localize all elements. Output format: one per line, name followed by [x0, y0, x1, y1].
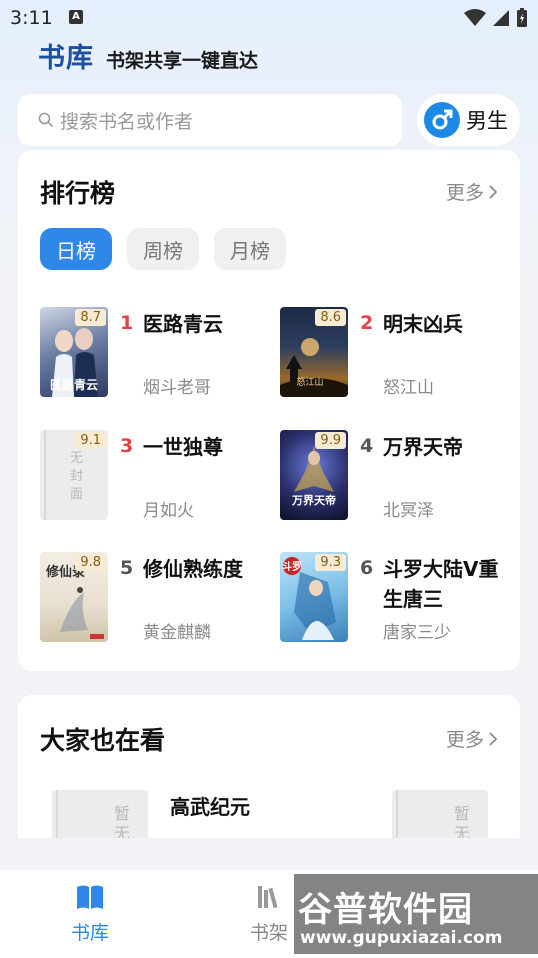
book-cover-placeholder[interactable]: 暂无 [52, 790, 148, 838]
rank-number: 2 [360, 312, 374, 334]
male-icon [424, 102, 460, 138]
book-open-icon [77, 885, 103, 909]
tab-daily[interactable]: 日榜 [40, 228, 112, 270]
score-badge: 9.8 [75, 554, 106, 571]
signal-icon [493, 10, 509, 26]
book-title[interactable]: 高武纪元 [170, 791, 250, 820]
also-watching-card: 大家也在看 更多 暂无 高武纪元 暂无 [18, 695, 520, 838]
chevron-right-icon [489, 731, 498, 746]
book-author: 唐家三少 [383, 623, 451, 643]
also-watching-more-label: 更多 [445, 729, 484, 751]
ranking-more-link[interactable]: 更多 [446, 178, 498, 205]
book-cover: 修仙录 9.8 [40, 552, 108, 642]
book-item[interactable]: 万界天帝 9.9 4 万界天帝 北冥泽 [280, 430, 510, 521]
status-time: 3:11 [10, 7, 53, 29]
cover-text: 暂无 [114, 804, 131, 838]
search-input[interactable]: 搜索书名或作者 [18, 94, 402, 146]
book-cover: 医路青云 8.7 [40, 307, 108, 397]
page-title: 书库 [38, 43, 94, 74]
score-badge: 9.3 [315, 554, 346, 571]
book-item[interactable]: 修仙录 9.8 5 修仙熟练度 黄金麒麟 [40, 552, 270, 643]
ranking-title: 排行榜 [40, 179, 116, 208]
wifi-icon [464, 9, 486, 26]
book-author: 烟斗老哥 [143, 378, 211, 398]
book-author: 北冥泽 [383, 501, 434, 521]
ranking-more-label: 更多 [445, 182, 484, 204]
book-item[interactable]: 医路青云 8.7 1 医路青云 烟斗老哥 [40, 307, 270, 398]
notification-icon: A [69, 10, 83, 24]
book-cover: 怒江山 8.6 [280, 307, 348, 397]
ranking-card: 排行榜 更多 日榜 周榜 月榜 医路青云 8.7 1 医路青云 烟斗老哥 怒江山… [18, 150, 520, 671]
bookshelf-icon [258, 886, 278, 909]
score-badge: 8.7 [75, 309, 106, 326]
cover-spine [56, 790, 58, 838]
also-watching-title: 大家也在看 [40, 726, 166, 755]
gender-toggle-button[interactable]: 男生 [417, 94, 520, 146]
tab-weekly[interactable]: 周榜 [127, 228, 199, 270]
cover-text: 医路青云 [50, 377, 98, 392]
rank-number: 5 [120, 557, 134, 579]
book-item[interactable]: 斗罗 9.3 6 斗罗大陆V重生唐三 唐家三少 [280, 552, 510, 643]
status-bar: 3:11 A [0, 0, 538, 36]
watermark-brand: 谷普软件园 [298, 890, 473, 930]
score-badge: 9.9 [315, 432, 346, 449]
book-cover: 斗罗 9.3 [280, 552, 348, 642]
book-title: 明末凶兵 [383, 312, 463, 336]
also-watching-more-link[interactable]: 更多 [446, 725, 498, 752]
book-cover-placeholder: 无封面 9.1 [40, 430, 108, 520]
book-item[interactable]: 无封面 9.1 3 一世独尊 月如火 [40, 430, 270, 521]
search-placeholder: 搜索书名或作者 [60, 110, 194, 133]
score-badge: 8.6 [315, 309, 346, 326]
rank-number: 6 [360, 557, 374, 579]
book-author: 黄金麒麟 [143, 623, 211, 643]
chevron-right-icon [489, 184, 498, 199]
book-cover-placeholder[interactable]: 暂无 [392, 790, 488, 838]
watermark-logo: 谷普软件园 www.gupuxiazai.com [294, 874, 538, 954]
cover-text: 万界天帝 [291, 493, 336, 507]
cover-text: 斗罗 [282, 561, 302, 573]
rank-number: 1 [120, 312, 134, 334]
book-author: 怒江山 [383, 378, 434, 398]
cover-text: 暂无 [454, 804, 471, 838]
book-title: 斗罗大陆V重生唐三 [383, 557, 499, 611]
book-title: 一世独尊 [143, 435, 223, 459]
score-badge: 9.1 [75, 432, 106, 449]
book-title: 万界天帝 [383, 435, 463, 459]
cover-spine [396, 790, 398, 838]
book-title: 修仙熟练度 [143, 557, 243, 581]
rank-number: 4 [360, 435, 374, 457]
book-title: 医路青云 [143, 312, 223, 336]
cover-spine [44, 430, 46, 520]
tab-monthly[interactable]: 月榜 [214, 228, 286, 270]
book-cover: 万界天帝 9.9 [280, 430, 348, 520]
cover-text: 无封面 [70, 451, 84, 502]
watermark-url: www.gupuxiazai.com [300, 928, 503, 948]
nav-item-library[interactable]: 书库 [50, 884, 130, 945]
gender-label: 男生 [466, 109, 508, 133]
battery-icon [517, 8, 527, 27]
cover-text: 怒江山 [296, 376, 323, 388]
page-slogan: 书架共享一键直达 [106, 50, 259, 72]
ranking-tabs: 日榜 周榜 月榜 [40, 228, 286, 270]
book-item[interactable]: 怒江山 8.6 2 明末凶兵 怒江山 [280, 307, 510, 398]
search-icon [38, 112, 54, 128]
book-author: 月如火 [143, 501, 194, 521]
page-header: 书库 书架共享一键直达 [38, 36, 258, 75]
rank-number: 3 [120, 435, 134, 457]
nav-label-library: 书库 [70, 922, 109, 944]
